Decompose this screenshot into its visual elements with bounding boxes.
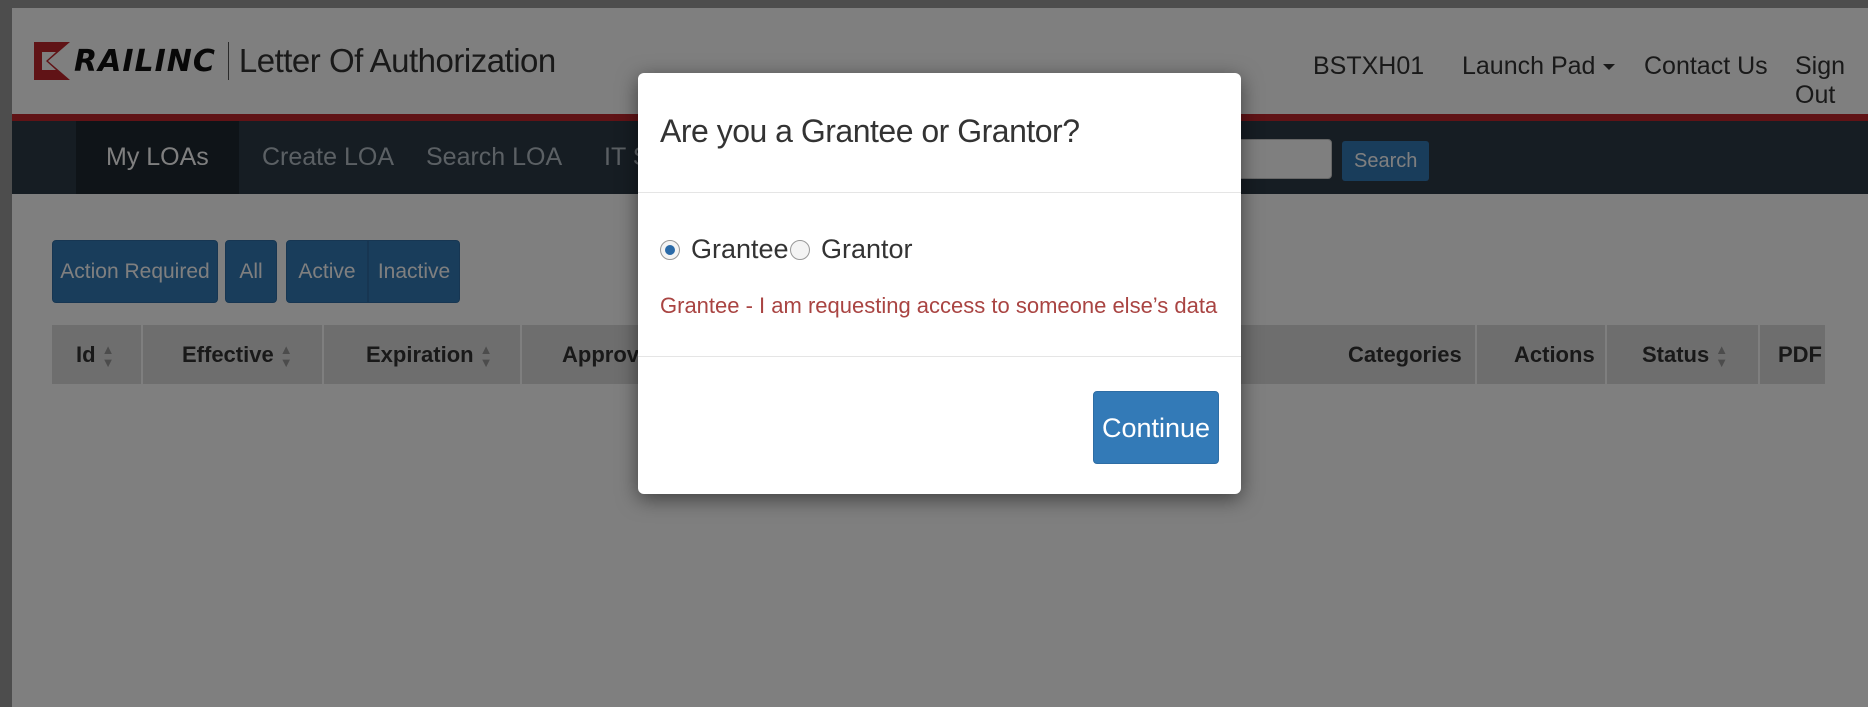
- dialog-divider: [638, 356, 1241, 357]
- role-description: Grantee - I am requesting access to some…: [660, 293, 1218, 318]
- dialog-title: Are you a Grantee or Grantor?: [660, 113, 1080, 149]
- role-selection-dialog: Are you a Grantee or Grantor? Grantee Gr…: [638, 73, 1241, 494]
- dialog-divider: [638, 192, 1241, 193]
- continue-button[interactable]: Continue: [1093, 391, 1219, 464]
- grantee-label[interactable]: Grantee: [691, 234, 789, 265]
- grantor-label[interactable]: Grantor: [821, 234, 913, 265]
- grantor-radio[interactable]: [790, 240, 810, 260]
- grantee-radio[interactable]: [660, 240, 680, 260]
